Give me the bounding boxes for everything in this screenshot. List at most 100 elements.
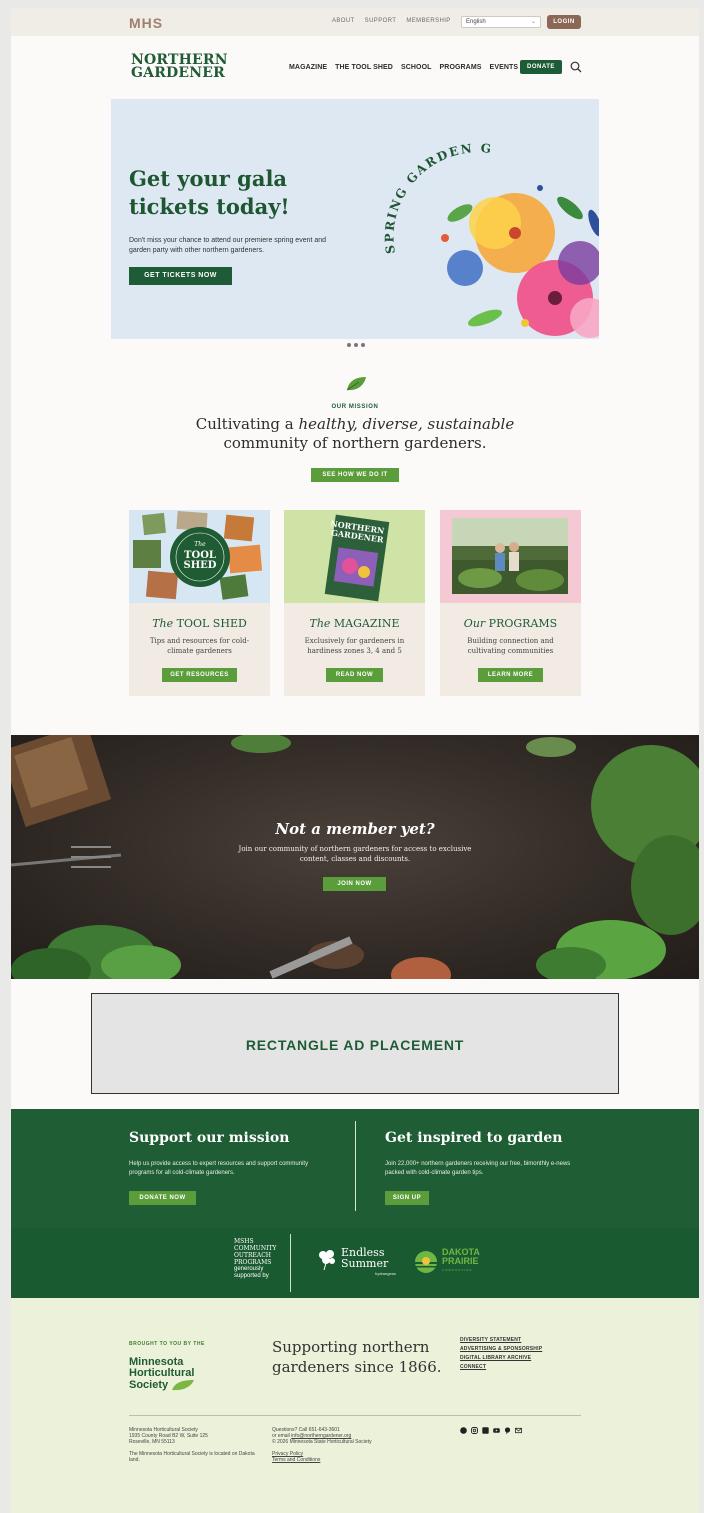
card-body: Exclusively for gardeners in hardiness z… (304, 637, 405, 655)
brought-by-label: BROUGHT TO YOU BY THE (129, 1341, 205, 1347)
nav-programs[interactable]: PROGRAMS (440, 64, 482, 71)
card-title-em: Our (463, 617, 486, 630)
ad-label: RECTANGLE AD PLACEMENT (245, 1037, 465, 1053)
carousel-dot[interactable] (354, 343, 358, 347)
mission-eyebrow: OUR MISSION (331, 404, 379, 410)
mission-line-2: community of northern gardeners. (223, 434, 487, 452)
hydrangea-icon (319, 1250, 335, 1271)
nav-events[interactable]: EVENTS (490, 64, 519, 71)
mshs-sub: generously (234, 1266, 264, 1272)
member-body: Join our community of northern gardeners… (238, 845, 472, 863)
summer-word: Summer (341, 1257, 389, 1270)
mission-line-1-em: healthy, diverse, sustainable (298, 415, 515, 433)
read-now-button[interactable]: READ NOW (326, 668, 383, 682)
mission-heading: Cultivating a healthy, diverse, sustaina… (11, 415, 699, 453)
magazine-cover: NORTHERN GARDENER (324, 514, 390, 602)
support-title: Support our mission (129, 1130, 290, 1146)
footer-tagline: Supporting northern gardeners since 1866. (272, 1337, 472, 1377)
mshs-line: COMMUNITY (234, 1245, 277, 1252)
nav-school[interactable]: SCHOOL (401, 64, 432, 71)
sunrise-icon (415, 1251, 437, 1273)
footer-links: DIVERSITY STATEMENT ADVERTISING & SPONSO… (460, 1336, 542, 1372)
mhs-logo[interactable]: MHS (129, 15, 163, 31)
inspire-body: Join 22,000+ northern gardeners receivin… (385, 1161, 571, 1176)
diversity-statement-link[interactable]: DIVERSITY STATEMENT (460, 1336, 542, 1345)
carousel-dot[interactable] (347, 343, 351, 347)
hero-title-line-2: tickets today! (129, 194, 290, 219)
membership-band: Not a member yet? Join our community of … (11, 735, 699, 979)
badge-the: The (194, 541, 206, 548)
pinterest-icon[interactable] (504, 1427, 511, 1434)
get-resources-button[interactable]: GET RESOURCES (162, 668, 237, 682)
leaf-icon (172, 1380, 195, 1391)
digital-library-archive-link[interactable]: DIGITAL LIBRARY ARCHIVE (460, 1354, 542, 1363)
rectangle-ad[interactable]: RECTANGLE AD PLACEMENT (91, 993, 619, 1094)
join-now-button[interactable]: JOIN NOW (323, 877, 386, 891)
card-body: Building connection and cultivating comm… (467, 637, 554, 655)
footer-divider (129, 1415, 581, 1416)
search-icon[interactable] (570, 61, 582, 73)
address-line: Roseville, MN 55113 (129, 1439, 175, 1445)
get-tickets-button[interactable]: GET TICKETS NOW (129, 267, 232, 285)
nav-tool-shed[interactable]: THE TOOL SHED (335, 64, 393, 71)
hero-banner: Get your gala tickets today! Don't miss … (111, 99, 599, 339)
footer-address: Minnesota Horticultural Society 1935 Cou… (129, 1427, 259, 1463)
card-tool-shed[interactable]: The TOOL SHED The TOOL SHED Tips and res… (129, 510, 270, 696)
flower-cluster (441, 185, 599, 338)
hydrangeas-text: hydrangeas (375, 1271, 396, 1276)
language-select[interactable]: English ⌄ (461, 16, 541, 28)
email-icon[interactable] (515, 1427, 522, 1434)
endless-summer-logo[interactable]: Endless Summer hydrangeas (315, 1247, 396, 1276)
tagline-line-1: Supporting northern (272, 1338, 430, 1356)
youtube-icon[interactable] (493, 1427, 500, 1434)
sign-up-button[interactable]: SIGN UP (385, 1191, 429, 1205)
member-title: Not a member yet? (275, 820, 435, 838)
advertising-sponsorship-link[interactable]: ADVERTISING & SPONSORSHIP (460, 1345, 542, 1354)
logo-line-2: GARDENER (131, 65, 225, 81)
prairie-word: PRAIRIE (442, 1256, 479, 1266)
chevron-down-icon: ⌄ (530, 19, 536, 25)
card-programs[interactable]: Our PROGRAMS Building connection and cul… (440, 510, 581, 696)
see-how-button[interactable]: SEE HOW WE DO IT (311, 468, 399, 482)
card-title-em: The (152, 617, 174, 630)
card-title: The TOOL SHED (129, 617, 270, 630)
utility-bar: MHS ABOUT SUPPORT MEMBERSHIP English ⌄ L… (11, 8, 699, 36)
terms-link[interactable]: Terms and Conditions (272, 1457, 320, 1463)
hero-title: Get your gala tickets today! (129, 165, 290, 221)
instagram-icon[interactable] (471, 1427, 478, 1434)
land-acknowledgement: The Minnesota Horticultural Society is l… (129, 1451, 255, 1463)
card-magazine[interactable]: NORTHERN GARDENER The MAGAZINE Exclusive… (284, 510, 425, 696)
card-title-text: MAGAZINE (330, 617, 400, 630)
northern-gardener-logo[interactable]: NORTHERN GARDENER (131, 53, 228, 81)
mhs-line-2: Horticultural (129, 1367, 195, 1379)
main-nav: MAGAZINE THE TOOL SHED SCHOOL PROGRAMS E… (289, 64, 518, 71)
connect-link[interactable]: CONNECT (460, 1363, 542, 1372)
minnesota-horticultural-society-logo[interactable]: Minnesota Horticultural Society (129, 1357, 195, 1391)
carousel-dots[interactable] (347, 343, 365, 347)
magazine-image: NORTHERN GARDENER (284, 510, 425, 603)
learn-more-button[interactable]: LEARN MORE (478, 668, 543, 682)
login-button[interactable]: LOGIN (547, 15, 581, 29)
donate-button[interactable]: DONATE (520, 60, 562, 74)
programs-image (440, 510, 581, 603)
card-title: Our PROGRAMS (440, 617, 581, 630)
nav-magazine[interactable]: MAGAZINE (289, 64, 327, 71)
hero-title-line-1: Get your gala (129, 166, 288, 191)
support-link[interactable]: SUPPORT (365, 18, 397, 24)
mshs-line: MSHS (234, 1238, 254, 1245)
dakota-prairie-logo[interactable]: DAKOTA PRAIRIE COMPOSTING (414, 1248, 480, 1279)
donate-now-button[interactable]: DONATE NOW (129, 1191, 196, 1205)
membership-link[interactable]: MEMBERSHIP (406, 18, 450, 24)
footer-contact: Questions? Call 651-643-3601 or email in… (272, 1427, 422, 1463)
spring-garden-gala-art: SPRING GARDEN GALA (365, 113, 599, 338)
facebook-icon[interactable] (460, 1427, 467, 1434)
about-link[interactable]: ABOUT (332, 18, 355, 24)
card-title-text: TOOL SHED (173, 617, 247, 630)
carousel-dot[interactable] (361, 343, 365, 347)
society-word: Society (129, 1378, 169, 1391)
leaf-icon (346, 377, 366, 391)
tool-shed-collage: The TOOL SHED (133, 510, 263, 600)
support-band: Support our mission Help us provide acce… (11, 1109, 699, 1228)
linkedin-icon[interactable] (482, 1427, 489, 1434)
composting-text: COMPOSTING (442, 1268, 473, 1272)
